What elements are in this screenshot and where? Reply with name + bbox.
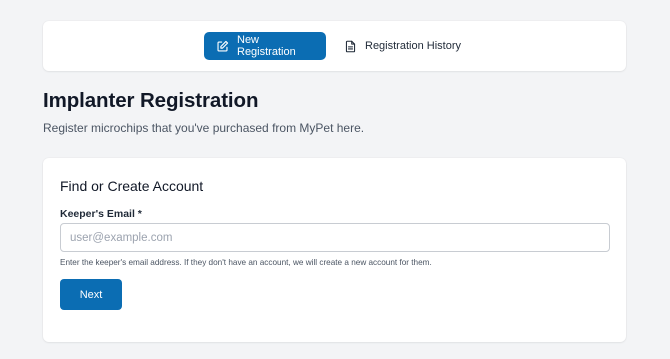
edit-icon bbox=[216, 40, 229, 53]
document-icon bbox=[344, 40, 357, 53]
page-title: Implanter Registration bbox=[43, 89, 259, 112]
page: New Registration Registration History Im… bbox=[0, 0, 670, 359]
tab-new-registration[interactable]: New Registration bbox=[204, 32, 326, 60]
tab-bar: New Registration Registration History bbox=[43, 21, 626, 71]
tab-label: New Registration bbox=[237, 34, 296, 58]
email-help-text: Enter the keeper's email address. If the… bbox=[60, 258, 432, 267]
tab-label: Registration History bbox=[365, 40, 461, 52]
page-subtitle: Register microchips that you've purchase… bbox=[43, 121, 365, 135]
email-field[interactable] bbox=[60, 223, 610, 252]
tab-registration-history[interactable]: Registration History bbox=[340, 32, 465, 60]
card-title: Find or Create Account bbox=[60, 178, 204, 194]
find-account-card: Find or Create Account Keeper's Email * … bbox=[43, 158, 626, 342]
email-label: Keeper's Email * bbox=[60, 208, 142, 220]
next-button[interactable]: Next bbox=[60, 279, 122, 310]
